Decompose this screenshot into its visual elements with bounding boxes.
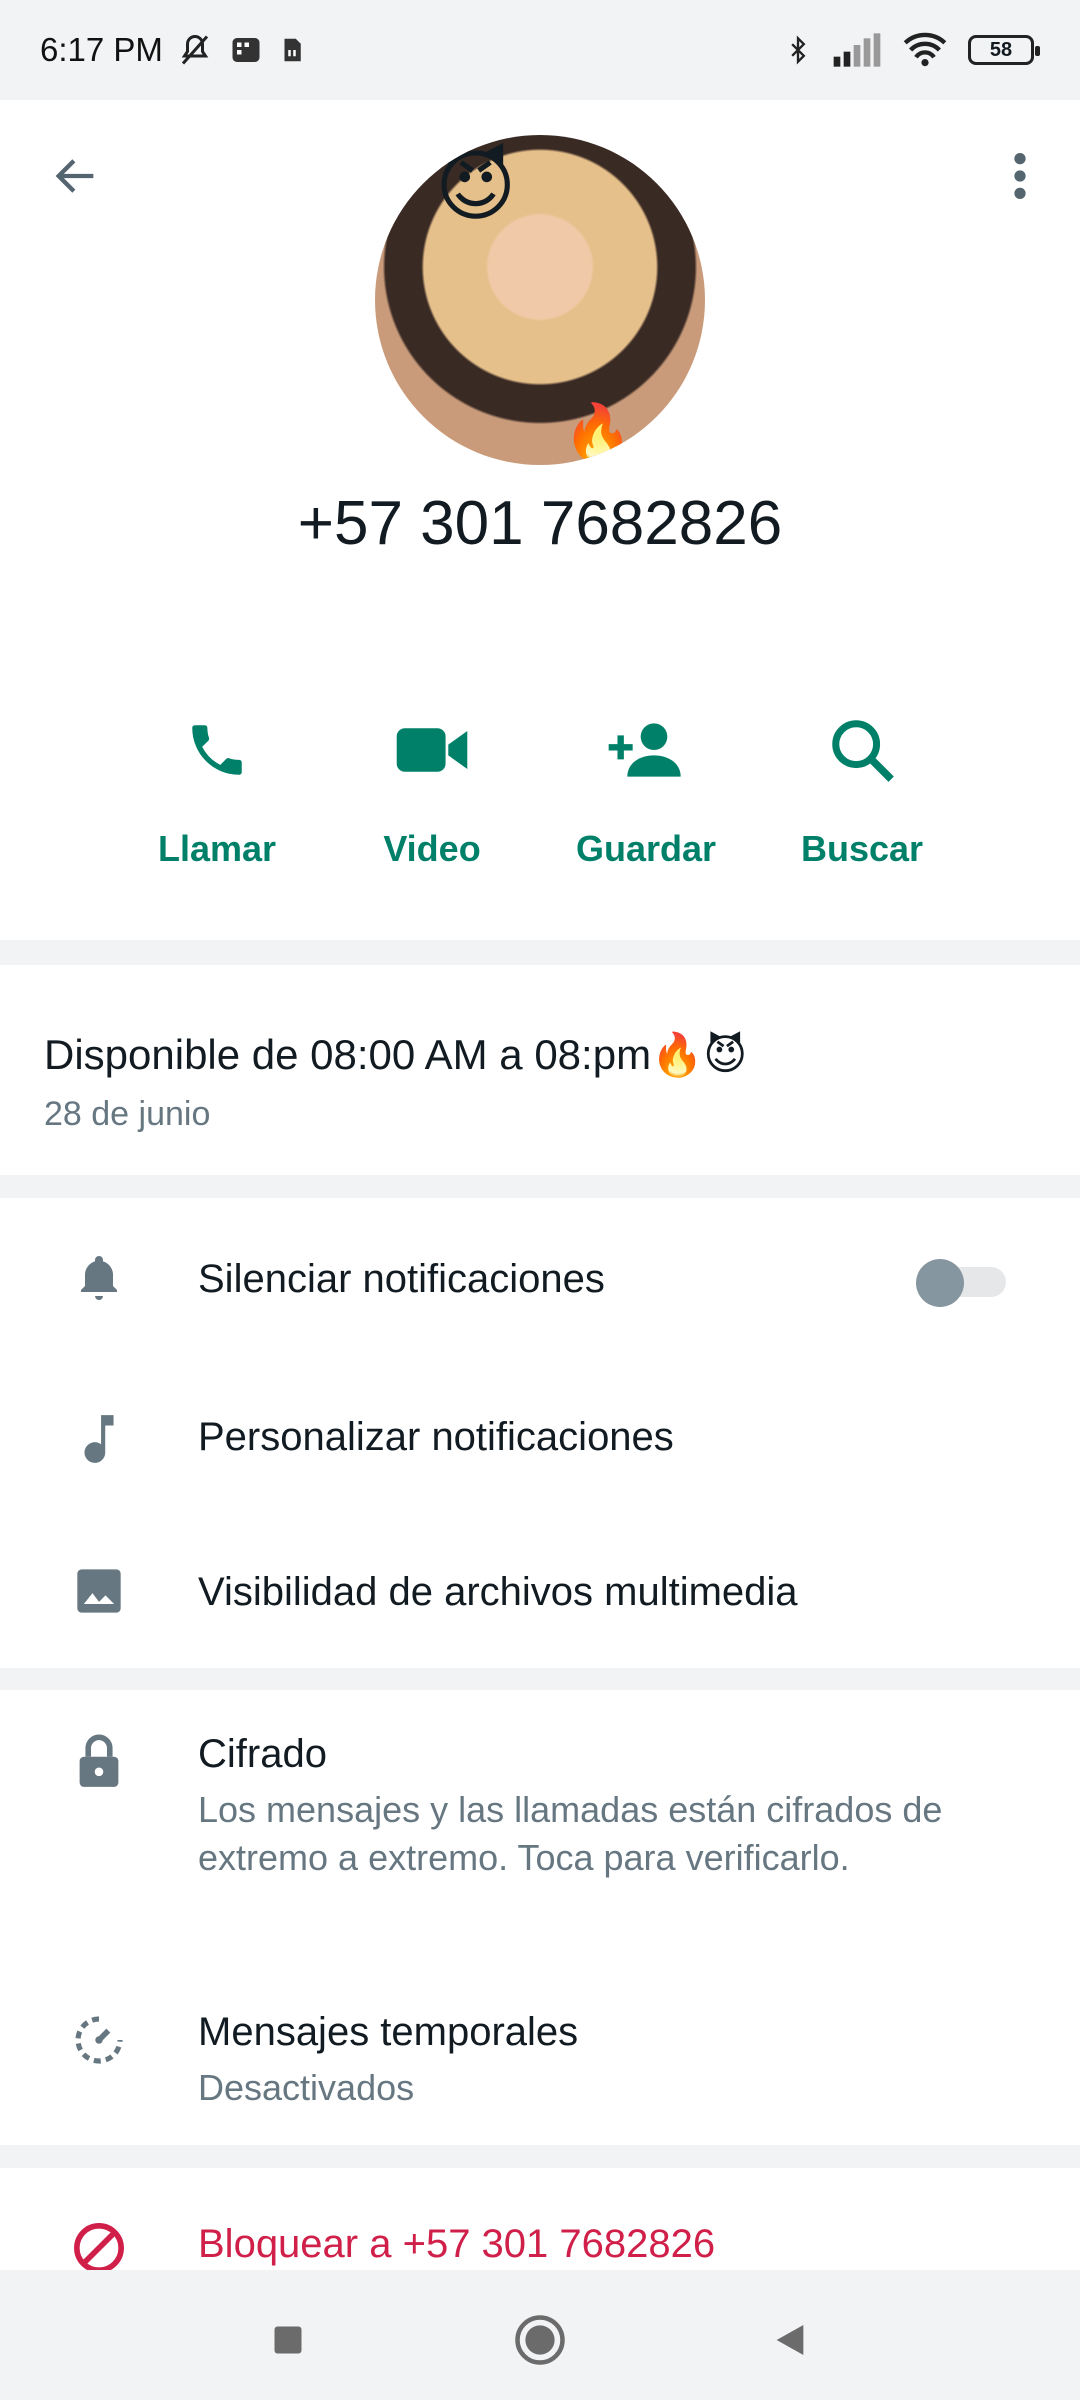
home-icon xyxy=(515,2315,565,2365)
battery-icon: 58 xyxy=(968,35,1040,65)
video-button[interactable]: Video xyxy=(332,700,532,900)
video-icon xyxy=(396,728,468,772)
status-time: 6:17 PM xyxy=(40,31,163,68)
about-text: Disponible de 08:00 AM a 08:pm🔥😈 xyxy=(44,1031,748,1078)
save-contact-button[interactable]: Guardar xyxy=(546,700,746,900)
sd-icon xyxy=(277,32,307,68)
encryption-title[interactable]: Cifrado xyxy=(198,1732,327,1777)
search-label: Buscar xyxy=(800,828,924,869)
music-note-icon xyxy=(66,1405,132,1471)
lock-icon xyxy=(66,1728,132,1794)
phone-icon xyxy=(192,725,242,775)
add-person-icon xyxy=(608,723,681,777)
more-options-button[interactable] xyxy=(984,140,1056,212)
avatar[interactable]: 😈 🔥 xyxy=(375,135,705,465)
mute-notifications-label[interactable]: Silenciar notificaciones xyxy=(198,1257,605,1302)
sim-icon xyxy=(227,32,265,68)
fire-emoji: 🔥 xyxy=(563,401,633,464)
search-icon xyxy=(832,720,894,782)
call-button[interactable]: Llamar xyxy=(117,700,317,900)
save-label: Guardar xyxy=(575,828,717,869)
video-label: Video xyxy=(383,828,481,869)
temporary-messages-status: Desactivados xyxy=(198,2067,415,2108)
mute-icon xyxy=(175,32,215,68)
search-button[interactable]: Buscar xyxy=(762,700,962,900)
arrow-left-icon xyxy=(55,159,94,193)
media-visibility-label[interactable]: Visibilidad de archivos multimedia xyxy=(198,1570,798,1615)
devil-emoji: 😈 xyxy=(435,142,517,230)
temporary-messages-title[interactable]: Mensajes temporales xyxy=(198,2010,578,2055)
home-button[interactable] xyxy=(500,2300,580,2380)
status-bar: 6:17 PM 58 xyxy=(0,0,1080,100)
back-icon xyxy=(776,2325,804,2355)
custom-notifications-label[interactable]: Personalizar notificaciones xyxy=(198,1415,674,1460)
block-contact-button[interactable]: Bloquear a +57 301 7682826 xyxy=(198,2222,715,2267)
mute-toggle[interactable] xyxy=(916,1255,1006,1307)
toggle-thumb xyxy=(916,1259,964,1307)
bluetooth-icon xyxy=(784,30,812,70)
about-date: 28 de junio xyxy=(44,1095,211,1133)
back-nav-button[interactable] xyxy=(750,2300,830,2380)
back-button[interactable] xyxy=(40,140,112,212)
more-vert-icon xyxy=(1014,153,1026,199)
timer-icon xyxy=(66,2007,132,2073)
contact-name: +57 301 7682826 xyxy=(297,489,783,558)
call-label: Llamar xyxy=(157,828,277,869)
wifi-icon xyxy=(902,32,948,68)
bell-icon xyxy=(66,1245,132,1311)
encryption-subtitle: Los mensajes y las llamadas están cifrad… xyxy=(198,1789,943,1878)
recents-icon xyxy=(274,2326,302,2354)
recents-button[interactable] xyxy=(248,2300,328,2380)
action-bar: Llamar Video Guardar Buscar xyxy=(0,700,1080,900)
signal-icon xyxy=(832,32,882,68)
navigation-bar xyxy=(0,2270,1080,2400)
image-icon xyxy=(66,1558,132,1624)
